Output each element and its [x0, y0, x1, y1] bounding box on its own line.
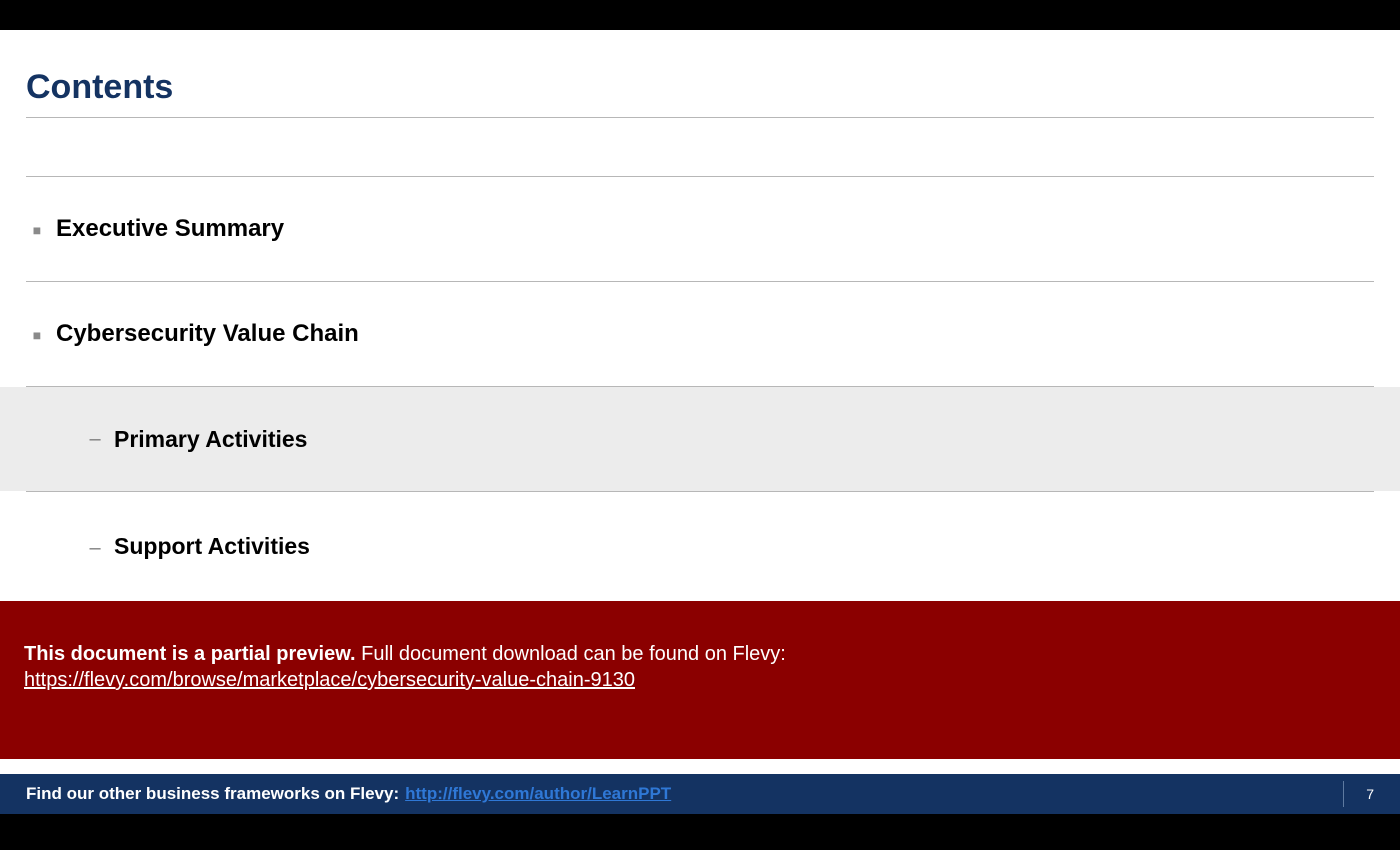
toc-label: Cybersecurity Value Chain: [56, 320, 359, 348]
toc-item: ■ Executive Summary: [0, 177, 1400, 281]
toc-subitem: – Support Activities: [0, 492, 1400, 564]
banner-link[interactable]: https://flevy.com/browse/marketplace/cyb…: [24, 669, 635, 691]
toc-sublabel: Support Activities: [114, 533, 310, 560]
preview-banner: This document is a partial preview. Full…: [0, 601, 1400, 759]
dash-bullet-icon: –: [76, 537, 114, 560]
dash-bullet-icon: –: [76, 428, 114, 451]
square-bullet-icon: ■: [18, 222, 56, 238]
slide: Contents ■ Executive Summary ■ Cybersecu…: [0, 30, 1400, 804]
square-bullet-icon: ■: [18, 327, 56, 343]
letterbox-bottom: [0, 814, 1400, 850]
title-rule: [26, 117, 1374, 118]
toc-label: Executive Summary: [56, 215, 284, 243]
slide-title: Contents: [0, 30, 1400, 117]
letterbox-top: [0, 0, 1400, 30]
banner-bold-text: This document is a partial preview.: [24, 643, 356, 665]
footer-link[interactable]: http://flevy.com/author/LearnPPT: [405, 784, 671, 804]
banner-text: Full document download can be found on F…: [356, 643, 786, 665]
toc-sublabel: Primary Activities: [114, 426, 307, 453]
footer-bar: Find our other business frameworks on Fl…: [0, 774, 1400, 814]
page-number: 7: [1343, 781, 1374, 807]
page: Contents ■ Executive Summary ■ Cybersecu…: [0, 0, 1400, 850]
toc-subitem: – Primary Activities: [0, 387, 1400, 491]
toc-item: ■ Cybersecurity Value Chain: [0, 282, 1400, 386]
contents-section: ■ Executive Summary ■ Cybersecurity Valu…: [0, 176, 1400, 564]
footer-text: Find our other business frameworks on Fl…: [26, 784, 399, 804]
